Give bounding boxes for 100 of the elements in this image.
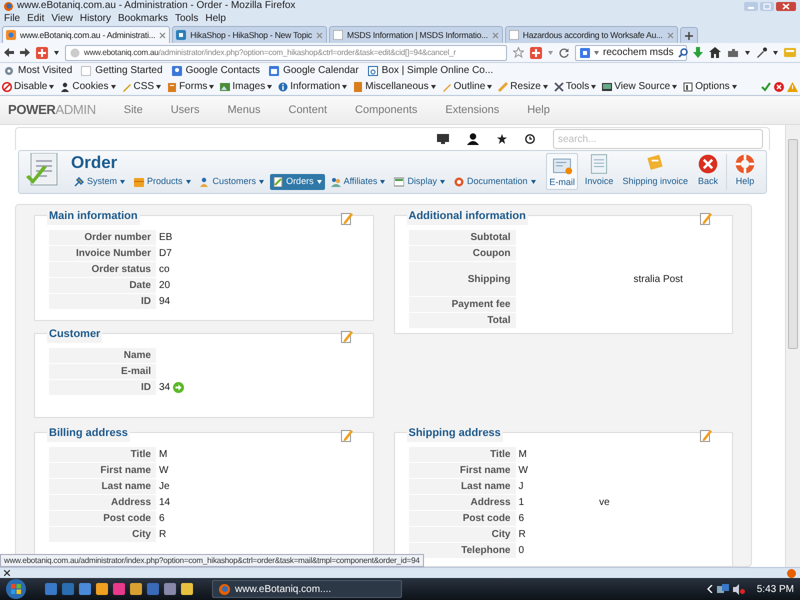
browser-tab[interactable]: MSDS Information | MSDS Informatio... bbox=[328, 26, 503, 43]
reload-icon[interactable] bbox=[559, 48, 569, 58]
star-icon[interactable] bbox=[497, 134, 507, 144]
field-label: City bbox=[408, 527, 516, 542]
app-icon[interactable] bbox=[164, 583, 176, 595]
plus-icon[interactable] bbox=[530, 46, 542, 58]
submenu-tab[interactable]: Affiliates bbox=[328, 174, 388, 190]
download-arrow-icon[interactable] bbox=[693, 47, 703, 58]
back-arrow-icon[interactable] bbox=[4, 48, 14, 57]
toolbar-menu[interactable]: Resize bbox=[498, 82, 548, 92]
app-icon[interactable] bbox=[130, 583, 142, 595]
app-icon[interactable] bbox=[147, 583, 159, 595]
toolbar-menu[interactable]: Information bbox=[278, 82, 348, 92]
toolbar-button[interactable]: E-mail bbox=[546, 153, 578, 190]
bookmark-link[interactable]: Box | Simple Online Co... bbox=[368, 66, 494, 76]
caret-icon bbox=[487, 85, 492, 89]
maximize-icon[interactable] bbox=[760, 2, 774, 10]
browser-tab[interactable]: Hazardous according to Worksafe Au... bbox=[504, 26, 678, 43]
search-field[interactable]: search... bbox=[553, 129, 763, 149]
start-orb-icon[interactable] bbox=[6, 579, 26, 599]
menu-item[interactable]: View bbox=[51, 14, 73, 24]
dropper-icon[interactable] bbox=[756, 47, 767, 58]
bookmark-link[interactable]: Most Visited bbox=[4, 66, 72, 76]
menu-item[interactable]: File bbox=[4, 14, 20, 24]
edit-icon[interactable] bbox=[700, 212, 712, 225]
browser-tab[interactable]: HikaShop - HikaShop - New Topic bbox=[172, 26, 327, 43]
search-field[interactable]: recochem msds bbox=[575, 44, 687, 60]
taskbar-button[interactable]: www.eBotaniq.com.... bbox=[212, 580, 402, 598]
field-label: Order number bbox=[49, 230, 156, 245]
browser-tab[interactable]: www.eBotaniq.com.au - Administrati... bbox=[2, 26, 170, 43]
home-icon[interactable] bbox=[709, 47, 721, 58]
app-icon[interactable] bbox=[62, 583, 74, 595]
app-icon[interactable] bbox=[45, 583, 57, 595]
submenu-tab[interactable]: Products bbox=[131, 174, 194, 190]
field-label: Last name bbox=[49, 479, 156, 494]
menu-item[interactable]: Help bbox=[527, 102, 550, 118]
edit-icon[interactable] bbox=[700, 429, 712, 442]
toolbar-menu[interactable]: Options bbox=[683, 82, 737, 92]
close-icon[interactable] bbox=[4, 570, 10, 576]
bookmark-link[interactable]: Getting Started bbox=[81, 66, 163, 76]
bookmark-link[interactable]: Google Contacts bbox=[172, 66, 260, 76]
minimize-icon[interactable] bbox=[744, 2, 758, 10]
field-value: co bbox=[159, 263, 170, 277]
forward-arrow-icon[interactable] bbox=[20, 48, 30, 57]
toolbar-menu[interactable]: Tools bbox=[554, 82, 596, 92]
bookmark-link[interactable]: Google Calendar bbox=[269, 66, 359, 76]
monitor-icon[interactable] bbox=[437, 134, 449, 144]
toolbar-button[interactable]: Shipping invoice bbox=[620, 153, 690, 188]
toolbar-menu[interactable]: Disable bbox=[2, 82, 54, 92]
menu-item[interactable]: Edit bbox=[27, 14, 44, 24]
chevron-left-icon[interactable] bbox=[706, 585, 713, 593]
new-tab-button[interactable] bbox=[680, 27, 698, 43]
menu-item[interactable]: History bbox=[80, 14, 111, 24]
edit-icon[interactable] bbox=[340, 429, 352, 442]
puzzle-logo-icon bbox=[6, 30, 16, 40]
user-icon[interactable] bbox=[467, 133, 479, 145]
toolbar-button[interactable]: Help bbox=[732, 153, 758, 188]
menu-item[interactable]: Tools bbox=[175, 14, 198, 24]
menu-item[interactable]: Content bbox=[288, 102, 328, 118]
toolbar-menu[interactable]: Forms bbox=[167, 82, 214, 92]
speaker-muted-icon[interactable] bbox=[732, 584, 745, 594]
toolbar-menu[interactable]: Outline bbox=[442, 82, 492, 92]
toolbar-menu[interactable]: CSS bbox=[122, 82, 162, 92]
edit-icon[interactable] bbox=[340, 212, 352, 225]
submenu-tab[interactable]: Customers bbox=[196, 174, 268, 190]
app-icon[interactable] bbox=[181, 583, 193, 595]
toolbar-menu[interactable]: Cookies bbox=[60, 82, 116, 92]
close-icon[interactable] bbox=[776, 2, 796, 10]
menu-item[interactable]: Help bbox=[205, 14, 226, 24]
toolbar-button[interactable]: Invoice bbox=[582, 153, 616, 188]
section-title: Shipping address bbox=[406, 425, 503, 442]
form-icon bbox=[683, 82, 694, 92]
menu-item[interactable]: Menus bbox=[227, 102, 260, 118]
clock-icon[interactable] bbox=[525, 134, 535, 144]
toolbar-button[interactable]: Back bbox=[695, 153, 721, 188]
address-field[interactable]: www.ebotaniq.com.au/administrator/index.php?option=com_hikashop&ctrl=order&task=edit&cid[]=94&cancel_r bbox=[65, 44, 507, 60]
puzzle-piece-icon[interactable] bbox=[727, 48, 739, 58]
menu-item[interactable]: Components bbox=[355, 102, 418, 118]
toolbar-menu[interactable]: Miscellaneous bbox=[353, 82, 436, 92]
star-icon[interactable] bbox=[513, 47, 524, 58]
toolbar-menu[interactable]: View Source bbox=[602, 82, 678, 92]
scrollbar[interactable] bbox=[785, 125, 800, 567]
panel-icon[interactable] bbox=[784, 48, 796, 57]
app-icon[interactable] bbox=[79, 583, 91, 595]
app-icon[interactable] bbox=[96, 583, 108, 595]
arrow-right-circle-icon[interactable] bbox=[173, 382, 184, 393]
network-icon[interactable] bbox=[716, 584, 729, 594]
toolbar-menu[interactable]: Images bbox=[220, 82, 272, 92]
submenu-tab[interactable]: Display bbox=[391, 174, 448, 190]
app-icon[interactable] bbox=[113, 583, 125, 595]
submenu-tab[interactable]: Orders bbox=[270, 174, 325, 190]
menu-item[interactable]: Bookmarks bbox=[118, 14, 168, 24]
menu-item[interactable]: Users bbox=[170, 102, 200, 118]
submenu-tab[interactable]: Documentation bbox=[450, 174, 538, 190]
edit-icon[interactable] bbox=[340, 330, 352, 343]
people-icon bbox=[200, 177, 210, 187]
plus-icon[interactable] bbox=[36, 46, 48, 58]
menu-item[interactable]: Site bbox=[124, 102, 143, 118]
menu-item[interactable]: Extensions bbox=[445, 102, 500, 118]
submenu-tab[interactable]: System bbox=[71, 174, 128, 190]
